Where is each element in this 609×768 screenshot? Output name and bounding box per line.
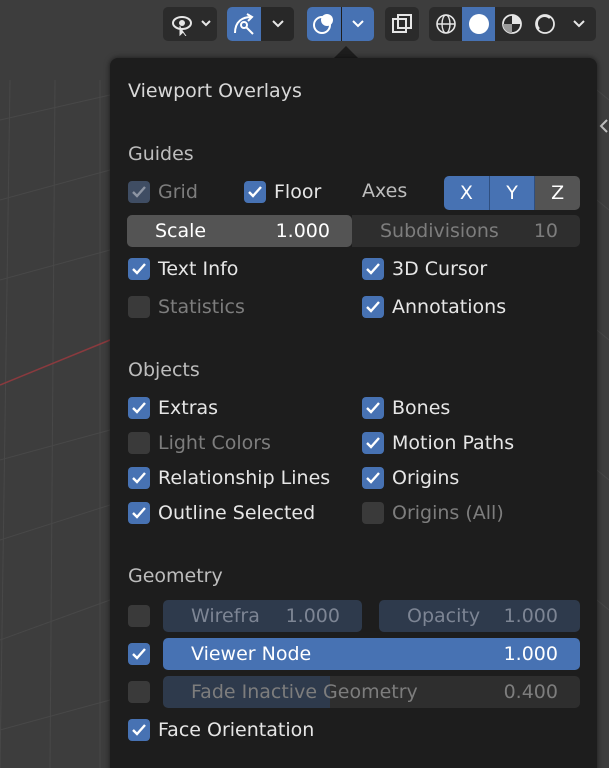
- scale-label: Scale: [155, 220, 207, 242]
- checkmark-icon: [128, 643, 150, 665]
- viewport-header-toolbar: [0, 0, 609, 48]
- origins-all-checkbox[interactable]: Origins (All): [362, 500, 504, 526]
- origins-all-label: Origins (All): [392, 502, 504, 524]
- subdivisions-label: Subdivisions: [380, 220, 499, 242]
- chevron-down-icon[interactable]: [342, 7, 374, 41]
- light-colors-label: Light Colors: [158, 432, 271, 454]
- checkmark-icon: [244, 181, 266, 203]
- 3d-cursor-label: 3D Cursor: [392, 258, 488, 280]
- opacity-label: Opacity: [407, 605, 481, 627]
- relationship-lines-checkbox[interactable]: Relationship Lines: [128, 465, 330, 491]
- extras-label: Extras: [158, 397, 219, 419]
- text-info-label: Text Info: [158, 258, 239, 280]
- viewer-node-label: Viewer Node: [191, 643, 312, 665]
- shading-mode-group: [429, 7, 596, 41]
- 3d-cursor-checkbox[interactable]: 3D Cursor: [362, 256, 487, 282]
- checkmark-icon: [128, 502, 150, 524]
- xray-icon: [385, 7, 419, 41]
- checkmark-icon: [128, 397, 150, 419]
- popover-arrow: [334, 46, 358, 58]
- wireframe-label: Wirefra: [191, 605, 260, 627]
- viewer-node-value: 1.000: [503, 643, 558, 665]
- statistics-label: Statistics: [158, 296, 245, 318]
- origins-checkbox[interactable]: Origins: [362, 465, 459, 491]
- wireframe-checkbox[interactable]: [128, 603, 158, 629]
- axis-y-toggle[interactable]: Y: [489, 176, 536, 210]
- chevron-down-icon[interactable]: [261, 7, 294, 41]
- fade-inactive-field[interactable]: Fade Inactive Geometry 0.400: [163, 676, 580, 708]
- subdivisions-field[interactable]: Subdivisions 10: [352, 215, 580, 247]
- overlays-toggle-icon[interactable]: [307, 7, 341, 41]
- checkmark-icon: [362, 296, 384, 318]
- checkmark-icon: [128, 467, 150, 489]
- opacity-value: 1.000: [503, 605, 558, 627]
- eye-pointer-icon: [163, 7, 217, 41]
- axes-label: Axes: [362, 180, 408, 202]
- overlays-dropdown[interactable]: [307, 7, 374, 41]
- bones-label: Bones: [392, 397, 451, 419]
- popover-title: Viewport Overlays: [128, 80, 302, 102]
- scale-value: 1.000: [275, 220, 330, 242]
- viewer-node-field[interactable]: Viewer Node 1.000: [163, 638, 580, 670]
- origins-label: Origins: [392, 467, 460, 489]
- gizmo-dropdown[interactable]: [227, 7, 294, 41]
- axis-x-toggle[interactable]: X: [444, 176, 490, 210]
- checkmark-icon: [128, 258, 150, 280]
- solid-shading-icon[interactable]: [462, 7, 495, 41]
- checkmark-icon: [128, 181, 150, 203]
- fade-inactive-checkbox[interactable]: [128, 679, 158, 705]
- section-title-objects: Objects: [128, 359, 200, 381]
- checkmark-icon: [362, 397, 384, 419]
- rendered-shading-icon[interactable]: [528, 7, 561, 41]
- chevron-down-icon[interactable]: [561, 7, 596, 41]
- grid-label: Grid: [158, 181, 198, 203]
- x-axis-line: [0, 339, 111, 386]
- light-colors-checkbox[interactable]: Light Colors: [128, 430, 271, 456]
- floor-checkbox[interactable]: Floor: [244, 179, 321, 205]
- scale-field[interactable]: Scale 1.000: [127, 215, 352, 247]
- checkmark-icon: [362, 467, 384, 489]
- checkmark-icon: [362, 258, 384, 280]
- fade-inactive-value: 0.400: [503, 681, 558, 703]
- viewer-node-checkbox[interactable]: [128, 641, 158, 667]
- outline-selected-checkbox[interactable]: Outline Selected: [128, 500, 315, 526]
- outline-selected-label: Outline Selected: [158, 502, 316, 524]
- face-orientation-label: Face Orientation: [158, 719, 315, 741]
- relationship-lines-label: Relationship Lines: [158, 467, 331, 489]
- bones-checkbox[interactable]: Bones: [362, 395, 450, 421]
- text-info-checkbox[interactable]: Text Info: [128, 256, 238, 282]
- checkmark-icon: [128, 719, 150, 741]
- viewport-overlays-popover: Viewport Overlays Guides Grid Floor Axes…: [110, 58, 597, 768]
- motion-paths-checkbox[interactable]: Motion Paths: [362, 430, 514, 456]
- face-orientation-checkbox[interactable]: Face Orientation: [128, 717, 314, 743]
- grid-checkbox[interactable]: Grid: [128, 179, 198, 205]
- floor-label: Floor: [274, 181, 322, 203]
- statistics-checkbox[interactable]: Statistics: [128, 294, 245, 320]
- axes-toggle-group: X Y Z: [444, 176, 580, 210]
- fade-inactive-label: Fade Inactive Geometry: [191, 681, 418, 703]
- checkmark-icon: [362, 432, 384, 454]
- section-title-geometry: Geometry: [128, 565, 223, 587]
- extras-checkbox[interactable]: Extras: [128, 395, 218, 421]
- motion-paths-label: Motion Paths: [392, 432, 515, 454]
- axis-z-toggle[interactable]: Z: [535, 176, 580, 210]
- chevron-left-icon[interactable]: [598, 118, 609, 138]
- wireframe-shading-icon[interactable]: [429, 7, 462, 41]
- gizmo-toggle-icon[interactable]: [227, 7, 261, 41]
- opacity-field[interactable]: Opacity 1.000: [379, 600, 580, 632]
- xray-toggle[interactable]: [385, 7, 419, 41]
- wireframe-field[interactable]: Wirefra 1.000: [163, 600, 362, 632]
- subdivisions-value: 10: [533, 220, 558, 242]
- visibility-dropdown[interactable]: [163, 7, 217, 41]
- annotations-label: Annotations: [392, 296, 507, 318]
- material-preview-shading-icon[interactable]: [495, 7, 528, 41]
- section-title-guides: Guides: [128, 143, 194, 165]
- wireframe-value: 1.000: [285, 605, 340, 627]
- annotations-checkbox[interactable]: Annotations: [362, 294, 506, 320]
